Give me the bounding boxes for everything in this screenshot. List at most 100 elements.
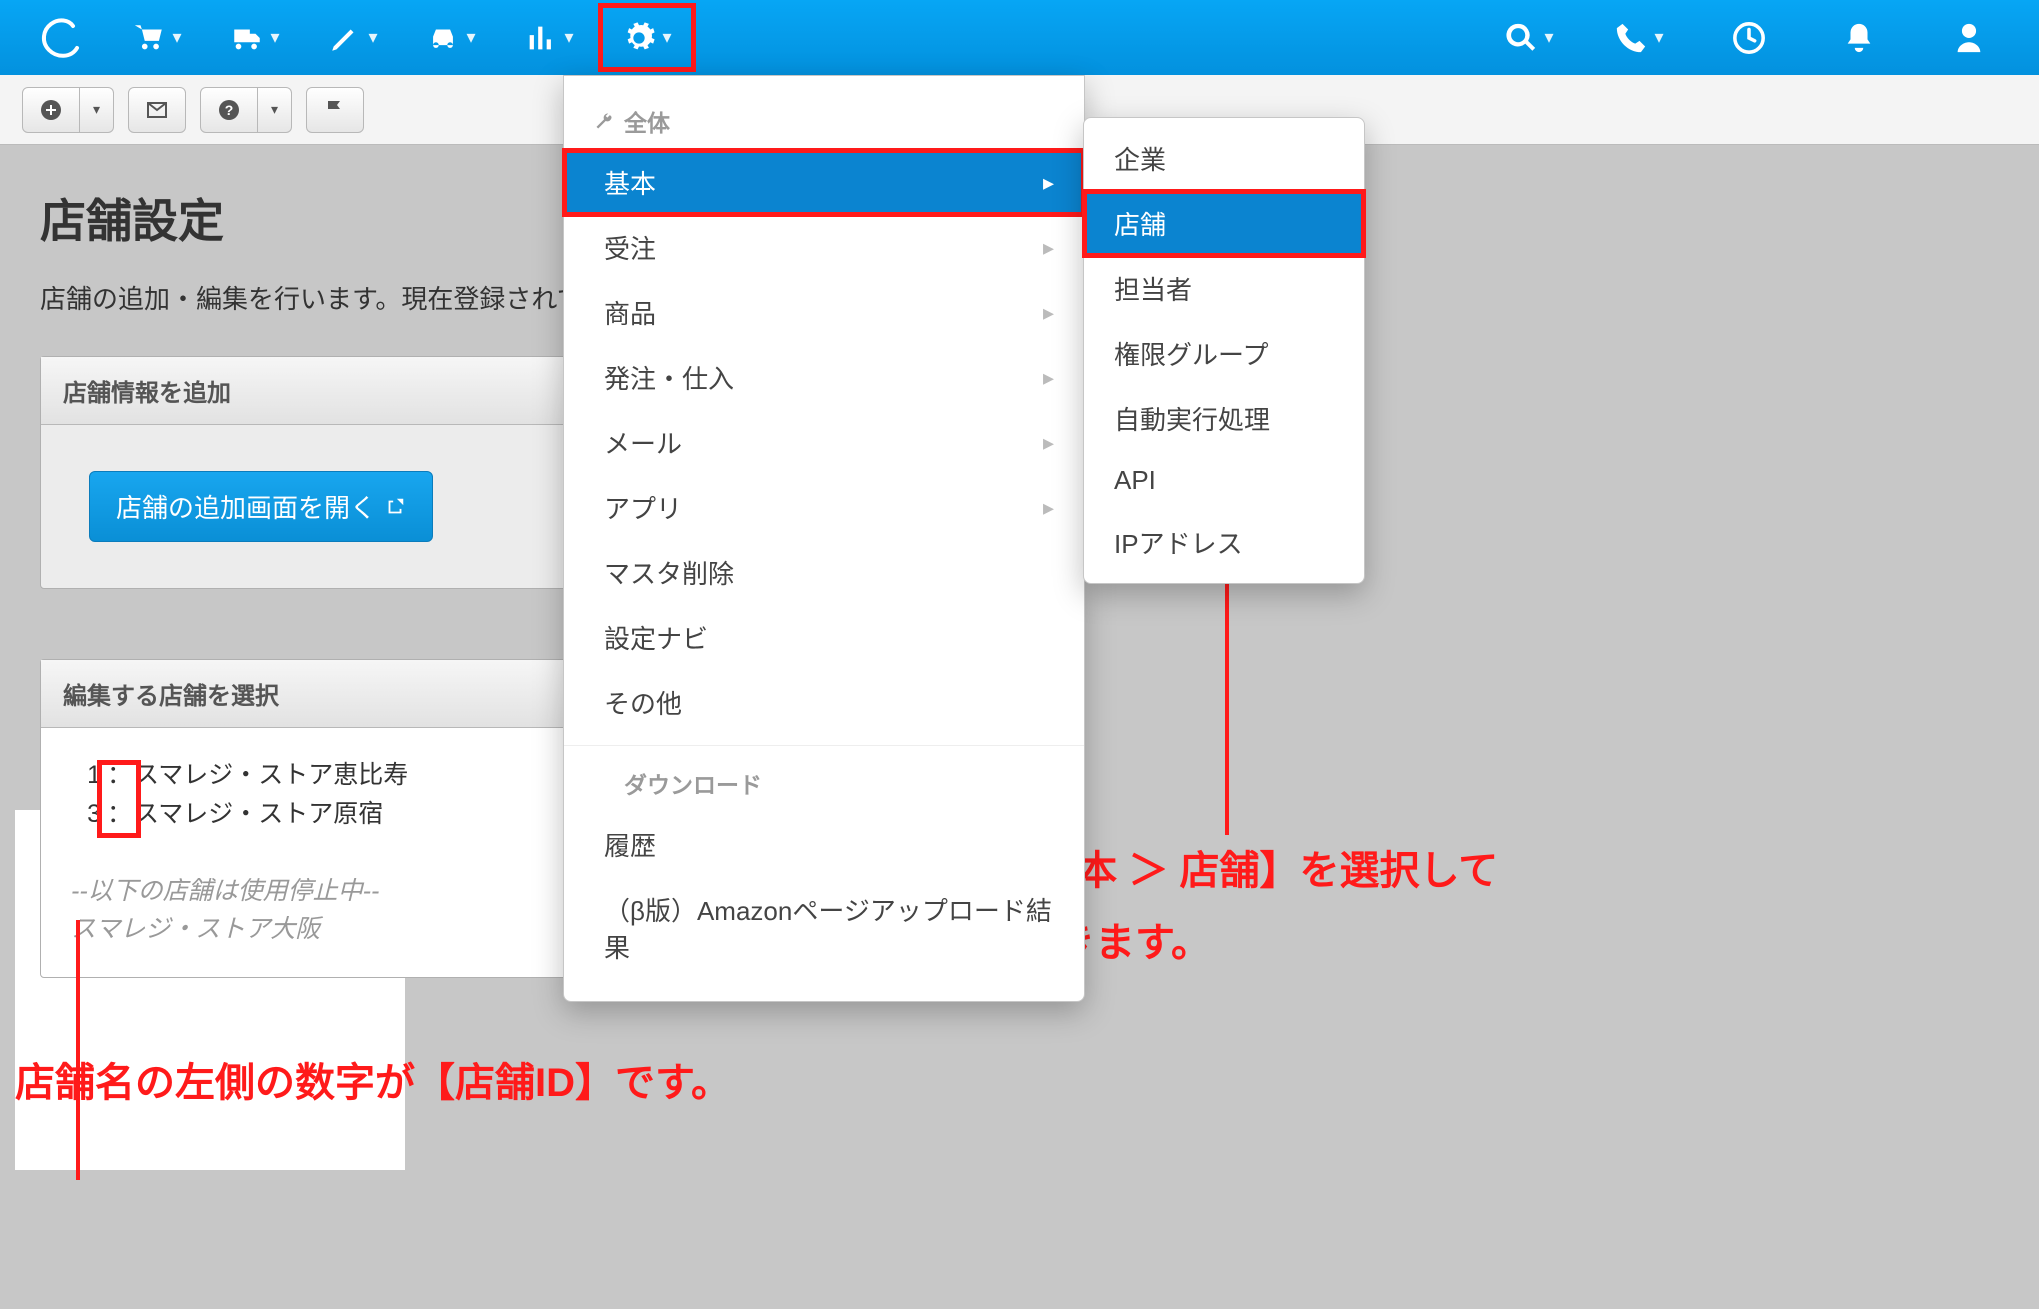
store-name: スマレジ・ストア原宿	[134, 795, 383, 834]
chevron-right-icon: ▸	[1043, 235, 1054, 261]
store-row[interactable]: 3 ： スマレジ・ストア原宿	[71, 795, 569, 834]
inactive-note: --以下の店舗は使用停止中--	[71, 872, 569, 911]
dropdown-item-label: マスタ削除	[604, 554, 734, 591]
dropdown-item[interactable]: 履歴	[564, 812, 1084, 877]
cart-icon	[132, 21, 166, 55]
store-separator: ：	[107, 795, 132, 834]
svg-text:?: ?	[225, 102, 234, 118]
caret-down-icon: ▾	[1544, 27, 1553, 48]
dropdown-item[interactable]: 発注・仕入 ▸	[564, 345, 1084, 410]
caret-down-icon: ▾	[662, 27, 671, 48]
nav-cart[interactable]: ▾	[108, 0, 206, 75]
open-add-store-label: 店舗の追加画面を開く	[116, 488, 376, 525]
envelope-icon	[145, 98, 169, 122]
dropdown-item-label: メール	[604, 424, 682, 461]
add-button[interactable]	[22, 87, 80, 133]
submenu-item[interactable]: 担当者	[1084, 256, 1364, 321]
truck-icon	[230, 21, 264, 55]
nav-user[interactable]	[1929, 0, 2009, 75]
flag-icon	[323, 98, 347, 122]
nav-bell[interactable]	[1819, 0, 1899, 75]
download-icon	[594, 773, 614, 793]
dropdown-item[interactable]: 設定ナビ	[564, 605, 1084, 670]
wrench-icon	[594, 111, 614, 131]
question-circle-icon: ?	[217, 98, 241, 122]
nav-search[interactable]: ▾	[1489, 0, 1569, 75]
store-separator: ：	[107, 756, 132, 795]
dropdown-item-label: 商品	[604, 294, 656, 331]
bar-chart-icon	[524, 21, 558, 55]
nav-pencil[interactable]: ▾	[304, 0, 402, 75]
caret-down-icon: ▾	[172, 27, 181, 48]
dropdown-item-label: （β版）Amazonページアップロード結果	[604, 891, 1054, 965]
pencil-icon	[328, 21, 362, 55]
gear-icon	[622, 21, 656, 55]
phone-icon	[1614, 21, 1648, 55]
select-store-panel-header: 編集する店舗を選択	[41, 660, 599, 728]
dropdown-item[interactable]: マスタ削除	[564, 540, 1084, 605]
chevron-right-icon: ▸	[1043, 495, 1054, 521]
store-name: スマレジ・ストア恵比寿	[134, 756, 408, 795]
submenu-item[interactable]: 企業	[1084, 126, 1364, 191]
dropdown-item-label: アプリ	[604, 489, 682, 526]
bell-icon	[1842, 21, 1876, 55]
annotation-text-2: 店舗名の左側の数字が【店舗ID】です。	[15, 1050, 731, 1108]
nav-chart[interactable]: ▾	[500, 0, 598, 75]
add-store-panel-header: 店舗情報を追加	[41, 357, 599, 425]
nav-phone[interactable]: ▾	[1599, 0, 1679, 75]
submenu-item[interactable]: 自動実行処理	[1084, 386, 1364, 451]
dropdown-item[interactable]: メール ▸	[564, 410, 1084, 475]
flag-button[interactable]	[306, 87, 364, 133]
dropdown-item[interactable]: 商品▸	[564, 280, 1084, 345]
help-button-group: ? ▾	[200, 87, 292, 133]
nav-clock[interactable]	[1709, 0, 1789, 75]
caret-down-icon: ▾	[564, 27, 573, 48]
dropdown-item-label: 発注・仕入	[604, 359, 734, 396]
select-store-panel: 編集する店舗を選択 1 ： スマレジ・ストア恵比寿 3 ： スマレジ・ストア原宿…	[40, 659, 600, 978]
dropdown-item-label: 受注	[604, 229, 656, 266]
inactive-store-row: スマレジ・ストア大阪	[71, 910, 569, 949]
store-row[interactable]: 1 ： スマレジ・ストア恵比寿	[71, 756, 569, 795]
nav-right-group: ▾ ▾	[1489, 0, 2029, 75]
store-id: 1	[71, 756, 105, 795]
plus-circle-icon	[39, 98, 63, 122]
dropdown-item[interactable]: その他	[564, 670, 1084, 735]
settings-submenu: 企業店舗担当者権限グループ自動実行処理APIIPアドレス	[1083, 117, 1365, 584]
mail-button[interactable]	[128, 87, 186, 133]
open-add-store-button[interactable]: 店舗の追加画面を開く	[89, 471, 433, 542]
submenu-item[interactable]: 店舗	[1084, 191, 1364, 256]
chevron-right-icon: ▸	[1043, 430, 1054, 456]
store-id: 3	[71, 795, 105, 834]
submenu-item[interactable]: 権限グループ	[1084, 321, 1364, 386]
submenu-item[interactable]: API	[1084, 451, 1364, 510]
chevron-right-icon: ▸	[1043, 365, 1054, 391]
nav-gear[interactable]: ▾	[598, 0, 696, 75]
dropdown-section-header: 全体	[564, 88, 1084, 150]
add-store-panel: 店舗情報を追加 店舗の追加画面を開く	[40, 356, 600, 589]
dropdown-item-label: その他	[604, 684, 682, 721]
settings-dropdown: 全体 基本▸ 受注 ▸ 商品▸ 発注・仕入 ▸ メール ▸ アプリ ▸ マスタ削除設定ナビその他 ダ…	[563, 75, 1085, 1002]
top-navbar: ▾ ▾ ▾ ▾ ▾ ▾ ▾ ▾	[0, 0, 2039, 75]
caret-down-icon: ▾	[271, 101, 278, 118]
car-icon	[426, 21, 460, 55]
caret-down-icon: ▾	[270, 27, 279, 48]
add-dropdown-button[interactable]: ▾	[80, 87, 114, 133]
dropdown-item[interactable]: 受注 ▸	[564, 215, 1084, 280]
caret-down-icon: ▾	[93, 101, 100, 118]
nav-car[interactable]: ▾	[402, 0, 500, 75]
dropdown-item-label: 履歴	[604, 826, 656, 863]
dropdown-item-label: 設定ナビ	[604, 619, 708, 656]
help-button[interactable]: ?	[200, 87, 258, 133]
external-link-icon	[384, 496, 406, 518]
help-dropdown-button[interactable]: ▾	[258, 87, 292, 133]
caret-down-icon: ▾	[466, 27, 475, 48]
search-icon	[1504, 21, 1538, 55]
dropdown-item[interactable]: 基本▸	[564, 150, 1084, 215]
dropdown-item[interactable]: アプリ ▸	[564, 475, 1084, 540]
logo[interactable]	[10, 0, 108, 75]
dropdown-section-header: ダウンロード	[564, 745, 1084, 812]
dropdown-item[interactable]: （β版）Amazonページアップロード結果	[564, 877, 1084, 979]
submenu-item[interactable]: IPアドレス	[1084, 510, 1364, 575]
nav-truck[interactable]: ▾	[206, 0, 304, 75]
add-button-group: ▾	[22, 87, 114, 133]
